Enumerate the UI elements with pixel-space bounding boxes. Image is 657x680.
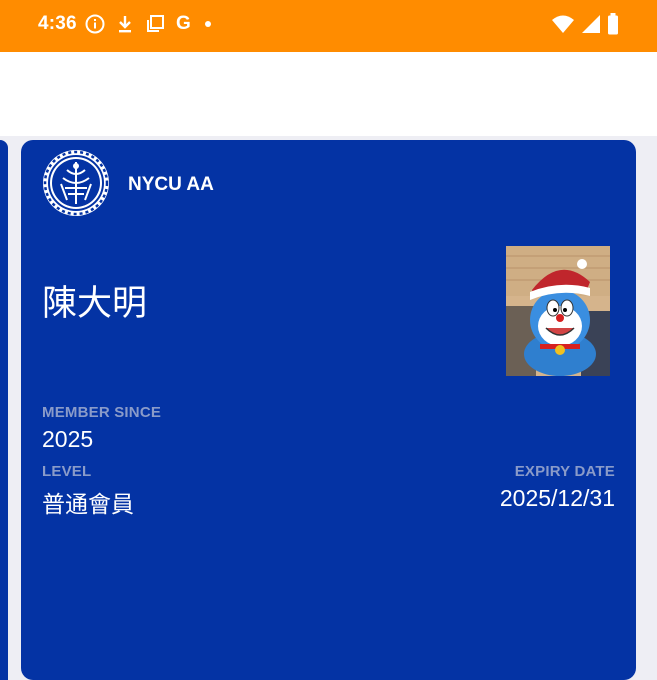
battery-icon [607, 13, 619, 35]
copy-icon [144, 13, 166, 35]
member-name: 陳大明 [42, 284, 148, 323]
nycu-logo-icon [41, 148, 111, 218]
google-g-icon: G [176, 13, 191, 34]
member-photo [506, 246, 610, 376]
level-value: 普通會員 [42, 491, 134, 517]
previous-card-edge[interactable] [0, 140, 8, 680]
level-label: LEVEL [42, 463, 92, 480]
status-icons-left: G [84, 12, 211, 36]
wifi-icon [551, 14, 575, 34]
notification-dot-icon [204, 21, 211, 27]
status-time: 4:36 [38, 13, 77, 34]
app-bar [0, 52, 657, 136]
expiry-date-value: 2025/12/31 [499, 485, 615, 511]
member-since-value: 2025 [42, 426, 94, 452]
status-icons-right [551, 12, 619, 36]
info-icon [84, 13, 106, 35]
member-since-label: MEMBER SINCE [42, 404, 162, 421]
signal-icon [581, 14, 601, 34]
organization-name: NYCU AA [128, 174, 214, 195]
expiry-date-label: EXPIRY DATE [514, 463, 615, 480]
membership-card[interactable]: NYCU AA 陳大明 MEMBER SINCE 2025 LEVEL 普通會員… [21, 140, 636, 680]
download-icon [116, 13, 134, 35]
status-bar: 4:36 G [0, 0, 657, 52]
